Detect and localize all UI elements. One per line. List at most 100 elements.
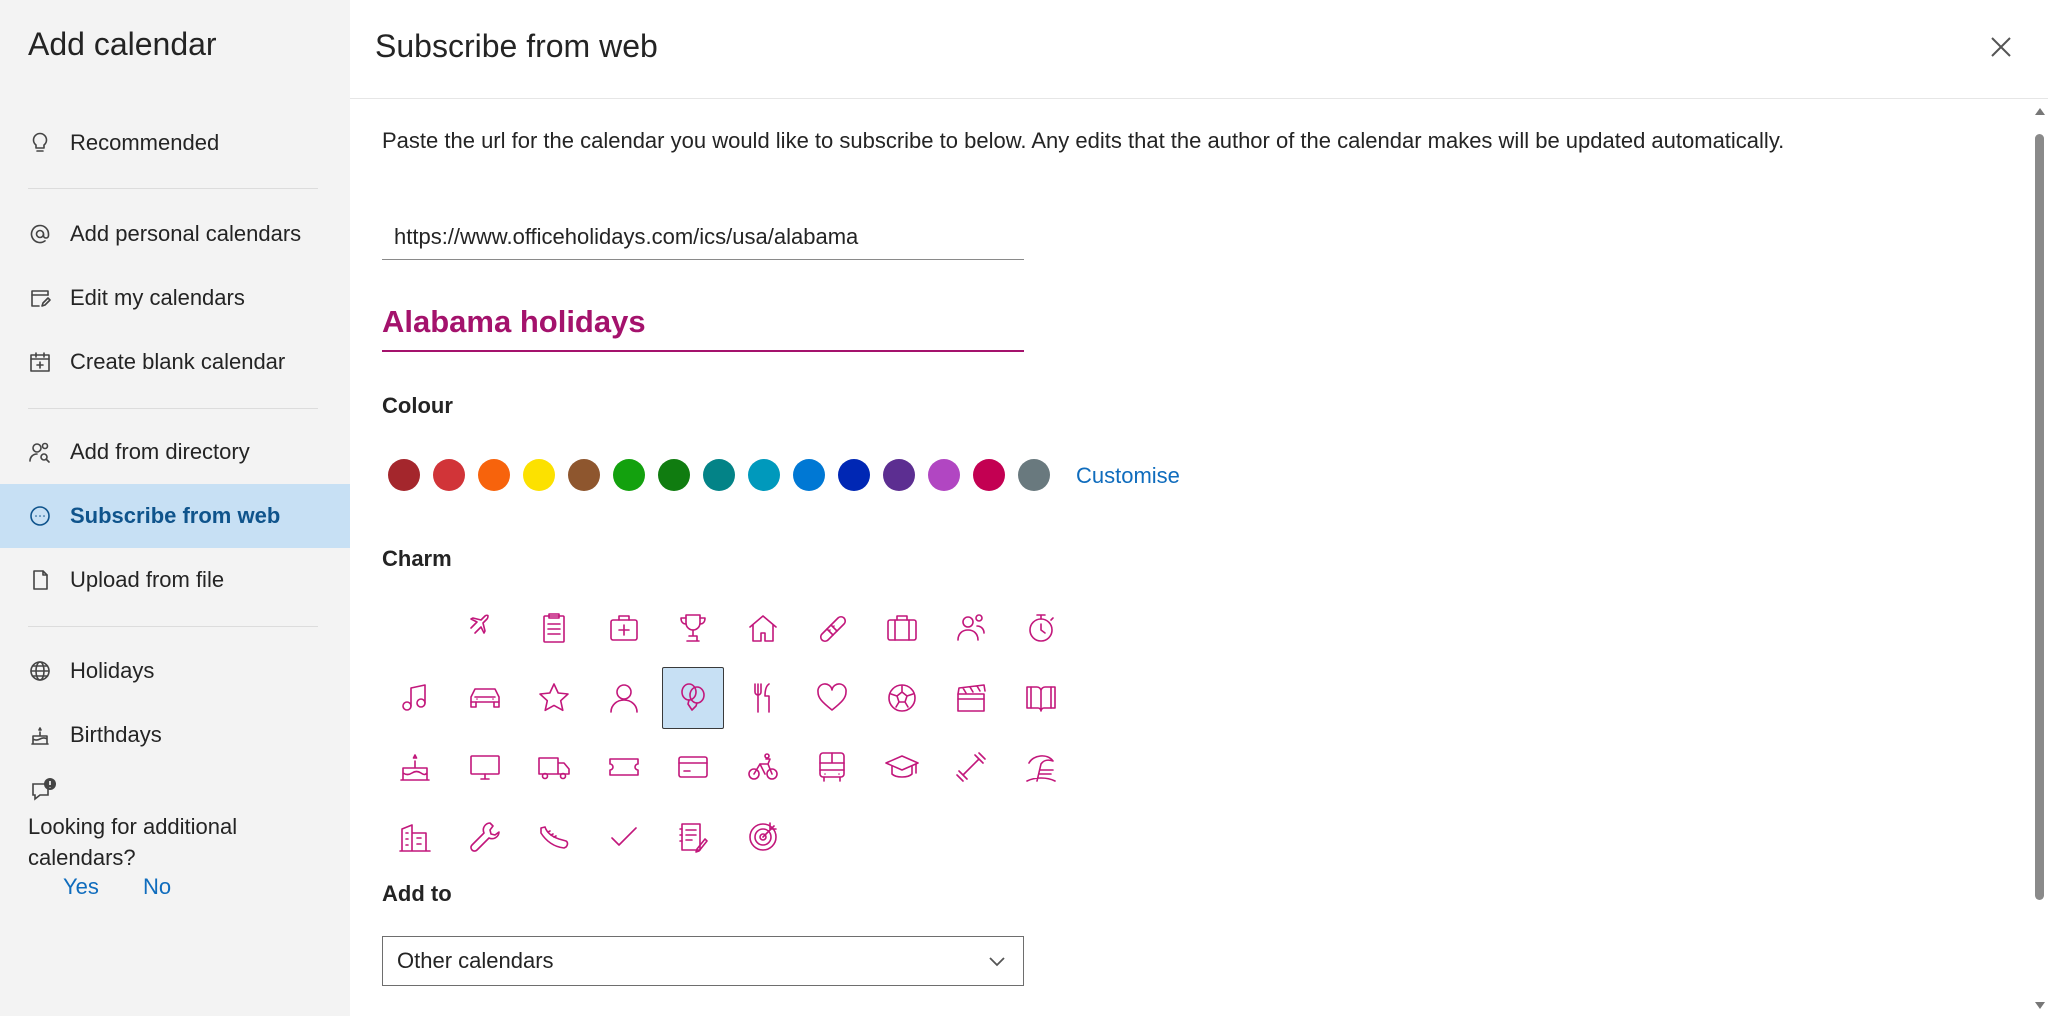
charm-option[interactable] (662, 736, 724, 798)
monitor-icon (469, 755, 500, 780)
colour-swatch[interactable] (658, 459, 690, 491)
colour-swatch[interactable] (568, 459, 600, 491)
charm-option[interactable] (384, 667, 446, 729)
sidebar-item-label: Upload from file (70, 567, 225, 592)
charm-option[interactable] (871, 736, 933, 798)
charm-option[interactable] (732, 667, 794, 729)
charm-option[interactable] (593, 736, 655, 798)
feedback-chat-icon (28, 776, 60, 808)
charm-option[interactable] (523, 667, 585, 729)
charm-option[interactable] (593, 806, 655, 868)
car-icon (469, 687, 500, 708)
charm-option[interactable] (384, 736, 446, 798)
sidebar-item-add-from-directory[interactable]: Add from directory (0, 420, 350, 484)
header-divider (350, 98, 2048, 99)
charm-option[interactable] (662, 666, 724, 729)
colour-swatch[interactable] (793, 459, 825, 491)
charm-label: Charm (382, 546, 452, 571)
charm-option[interactable] (454, 667, 516, 729)
fork-knife-icon (753, 682, 770, 713)
close-button[interactable] (1986, 32, 2016, 62)
charm-option[interactable] (662, 597, 724, 659)
sidebar-item-upload-from-file[interactable]: Upload from file (0, 548, 350, 612)
colour-label: Colour (382, 393, 453, 418)
bus-icon (819, 752, 845, 782)
colour-swatch[interactable] (973, 459, 1005, 491)
charm-option[interactable] (593, 597, 655, 659)
charm-option[interactable] (732, 806, 794, 868)
sidebar-item-create-blank-calendar[interactable]: Create blank calendar (0, 330, 350, 394)
medical-kit-icon (609, 615, 638, 641)
sidebar-item-holidays[interactable]: Holidays (0, 639, 350, 703)
wrench-icon (469, 821, 500, 852)
colour-swatch[interactable] (883, 459, 915, 491)
sidebar-title: Add calendar (28, 26, 217, 62)
colour-swatch[interactable] (388, 459, 420, 491)
charm-option[interactable] (871, 597, 933, 659)
add-to-label: Add to (382, 881, 452, 906)
colour-swatch[interactable] (523, 459, 555, 491)
charm-option[interactable] (732, 736, 794, 798)
charm-option[interactable] (662, 806, 724, 868)
beach-icon (1025, 755, 1056, 782)
charm-option[interactable] (454, 597, 516, 659)
scroll-up-arrow-icon[interactable] (2035, 108, 2045, 115)
clapperboard-icon (957, 683, 986, 712)
clipboard-icon (543, 613, 565, 643)
trophy-icon (680, 614, 706, 642)
stopwatch-icon (1028, 614, 1054, 642)
lightbulb-icon (27, 130, 53, 156)
colour-swatch[interactable] (703, 459, 735, 491)
feedback-yes-link[interactable]: Yes (63, 874, 99, 900)
charm-option[interactable] (523, 736, 585, 798)
sidebar-divider (28, 626, 318, 627)
charm-option[interactable] (801, 597, 863, 659)
cake-icon (27, 722, 53, 748)
sneaker-icon (540, 825, 569, 849)
charm-option[interactable] (454, 736, 516, 798)
colour-swatch[interactable] (478, 459, 510, 491)
charm-option[interactable] (940, 736, 1002, 798)
charm-option[interactable] (871, 667, 933, 729)
colour-swatch[interactable] (613, 459, 645, 491)
sidebar-item-label: Create blank calendar (70, 349, 286, 374)
calendar-name-input[interactable]: Alabama holidays (382, 296, 1024, 352)
calendar-url-input[interactable] (382, 214, 1024, 260)
scroll-down-arrow-icon[interactable] (2035, 1002, 2045, 1009)
charm-option[interactable] (523, 597, 585, 659)
charm-option[interactable] (384, 806, 446, 868)
charm-option[interactable] (801, 667, 863, 729)
charm-option[interactable] (1010, 736, 1072, 798)
sidebar-item-recommended[interactable]: Recommended (0, 111, 350, 175)
sidebar-item-edit-my-calendars[interactable]: Edit my calendars (0, 266, 350, 330)
charm-option[interactable] (523, 806, 585, 868)
add-to-dropdown[interactable]: Other calendars (382, 936, 1024, 986)
colour-swatch[interactable] (928, 459, 960, 491)
colour-swatch[interactable] (838, 459, 870, 491)
sidebar-item-add-personal-calendars[interactable]: Add personal calendars (0, 202, 350, 266)
charm-option[interactable] (1010, 667, 1072, 729)
sidebar-item-birthdays[interactable]: Birthdays (0, 703, 350, 767)
colour-swatch[interactable] (748, 459, 780, 491)
charm-option[interactable] (801, 736, 863, 798)
sidebar-item-subscribe-from-web[interactable]: Subscribe from web (0, 484, 350, 548)
briefcase-icon (886, 615, 917, 641)
star-icon (539, 682, 569, 711)
charm-option[interactable] (940, 597, 1002, 659)
charm-option[interactable] (1010, 597, 1072, 659)
charm-option[interactable] (454, 806, 516, 868)
checkmark-icon (610, 826, 637, 846)
scrollbar-thumb[interactable] (2035, 134, 2044, 900)
people-icon (957, 614, 985, 641)
calendar-add-icon (27, 349, 53, 375)
charm-option[interactable] (940, 667, 1002, 729)
charm-none-option[interactable] (384, 597, 446, 659)
colour-swatch[interactable] (1018, 459, 1050, 491)
soccer-ball-icon (887, 683, 916, 712)
charm-option[interactable] (732, 597, 794, 659)
customise-colour-link[interactable]: Customise (1076, 463, 1180, 489)
target-icon (748, 821, 777, 851)
charm-option[interactable] (593, 667, 655, 729)
feedback-no-link[interactable]: No (143, 874, 171, 900)
colour-swatch[interactable] (433, 459, 465, 491)
